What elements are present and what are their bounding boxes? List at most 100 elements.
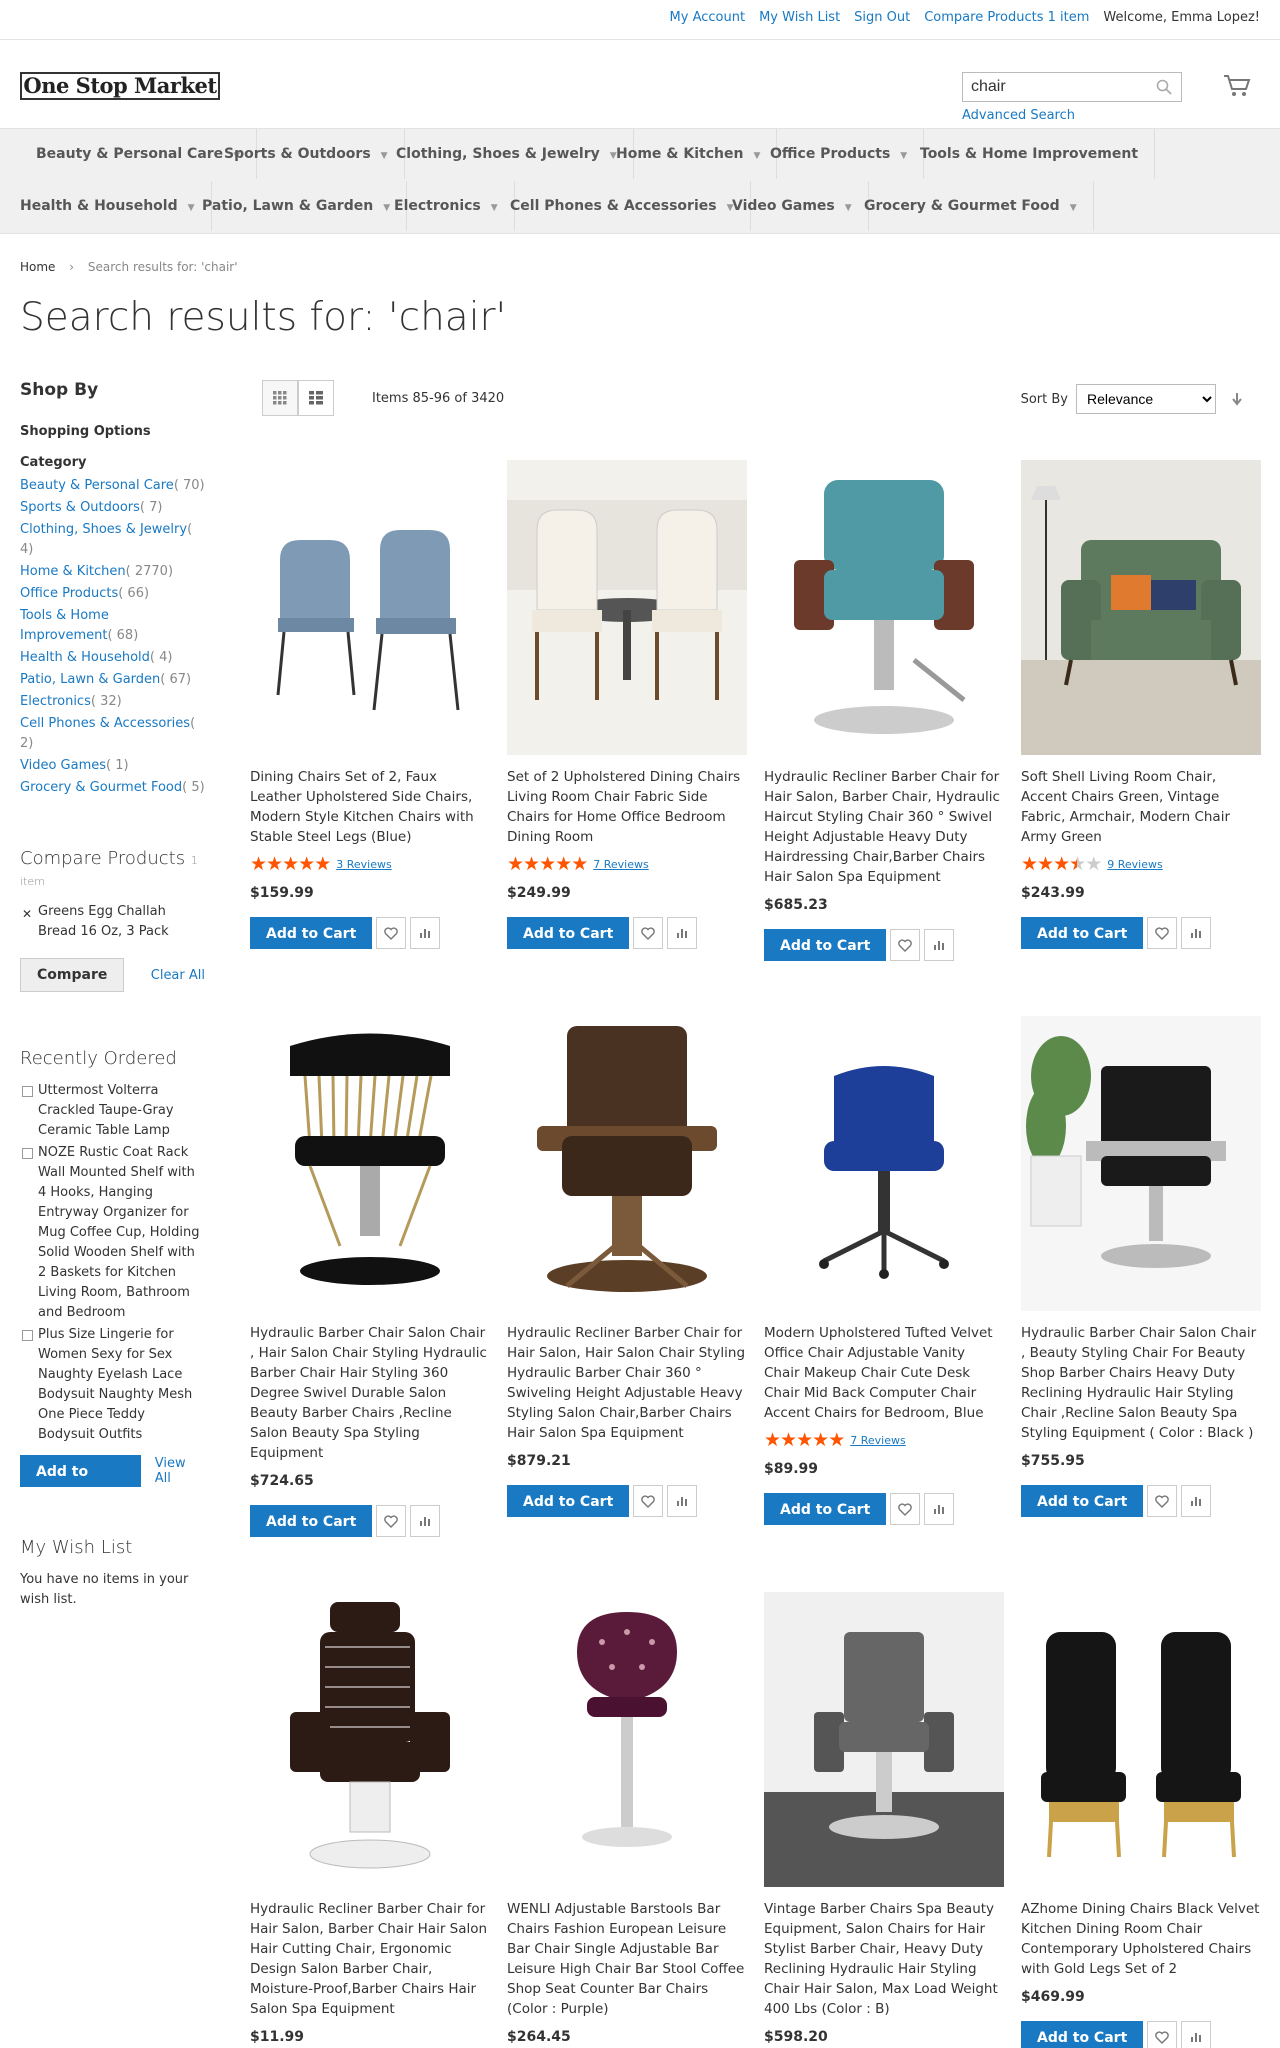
recent-add-to-cart-button[interactable]: Add to Cart [20, 1455, 141, 1512]
product-name[interactable]: Hydraulic Recliner Barber Chair for Hair… [250, 1899, 490, 2019]
product-name[interactable]: Modern Upholstered Tufted Velvet Office … [764, 1323, 1004, 1423]
advanced-search-link[interactable]: Advanced Search [962, 108, 1075, 123]
cart-icon[interactable] [1222, 72, 1256, 102]
wishlist-heart-icon[interactable] [890, 929, 921, 961]
my-wish-list-link[interactable]: My Wish List [759, 10, 840, 25]
product-image[interactable] [764, 1592, 1004, 1887]
category-filter-item[interactable]: Cell Phones & Accessories( 2) [20, 714, 205, 754]
product-name[interactable]: Dining Chairs Set of 2, Faux Leather Uph… [250, 767, 490, 847]
product-image[interactable] [250, 1016, 490, 1311]
wishlist-heart-icon[interactable] [633, 1485, 664, 1517]
product-image[interactable] [1021, 460, 1261, 755]
category-link[interactable]: Electronics [20, 694, 91, 709]
nav-sports[interactable]: Sports & Outdoors ▼ [208, 129, 405, 179]
product-name[interactable]: Hydraulic Barber Chair Salon Chair , Bea… [1021, 1323, 1261, 1443]
recent-item-checkbox[interactable] [22, 1086, 33, 1097]
product-name[interactable]: Hydraulic Barber Chair Salon Chair , Hai… [250, 1323, 490, 1463]
category-filter-item[interactable]: Health & Household( 4) [20, 648, 205, 668]
add-to-cart-button[interactable]: Add to Cart [1021, 2021, 1144, 2048]
compare-chart-icon[interactable] [1181, 1485, 1212, 1517]
category-filter-item[interactable]: Office Products( 66) [20, 584, 205, 604]
category-filter-item[interactable]: Home & Kitchen( 2770) [20, 562, 205, 582]
compare-chart-icon[interactable] [410, 917, 441, 949]
site-logo[interactable]: One Stop Market [20, 72, 220, 100]
product-name[interactable]: Soft Shell Living Room Chair, Accent Cha… [1021, 767, 1261, 847]
product-name[interactable]: Hydraulic Recliner Barber Chair for Hair… [507, 1323, 747, 1443]
category-link[interactable]: Sports & Outdoors [20, 500, 140, 515]
product-name[interactable]: Vintage Barber Chairs Spa Beauty Equipme… [764, 1899, 1004, 2019]
add-to-cart-button[interactable]: Add to Cart [1021, 1485, 1144, 1517]
wishlist-heart-icon[interactable] [633, 917, 664, 949]
sign-out-link[interactable]: Sign Out [854, 10, 910, 25]
sort-direction-icon[interactable] [1224, 386, 1250, 412]
wishlist-heart-icon[interactable] [890, 1493, 921, 1525]
compare-chart-icon[interactable] [1181, 2021, 1212, 2048]
nav-office[interactable]: Office Products ▼ [754, 129, 925, 179]
recent-item-link[interactable]: Plus Size Lingerie for Women Sexy for Se… [38, 1327, 192, 1442]
view-all-link[interactable]: View All [155, 1456, 205, 1486]
nav-video-games[interactable]: Video Games ▼ [716, 181, 869, 231]
compare-item-link[interactable]: Greens Egg Challah Bread 16 Oz, 3 Pack [38, 904, 169, 939]
product-image[interactable] [1021, 1016, 1261, 1311]
product-image[interactable] [507, 460, 747, 755]
nav-tools[interactable]: Tools & Home Improvement [904, 129, 1156, 179]
product-image[interactable] [250, 460, 490, 755]
category-link[interactable]: Cell Phones & Accessories [20, 716, 190, 731]
compare-chart-icon[interactable] [924, 1493, 955, 1525]
reviews-link[interactable]: 3 Reviews [336, 858, 391, 871]
add-to-cart-button[interactable]: Add to Cart [764, 1493, 887, 1525]
recent-item-checkbox[interactable] [22, 1148, 33, 1159]
add-to-cart-button[interactable]: Add to Cart [507, 1485, 630, 1517]
category-filter-item[interactable]: Tools & Home Improvement( 68) [20, 606, 205, 646]
nav-grocery[interactable]: Grocery & Gourmet Food ▼ [848, 181, 1094, 231]
nav-patio[interactable]: Patio, Lawn & Garden ▼ [186, 181, 408, 231]
reviews-link[interactable]: 9 Reviews [1107, 858, 1162, 871]
product-image[interactable] [250, 1592, 490, 1887]
compare-chart-icon[interactable] [924, 929, 955, 961]
wishlist-heart-icon[interactable] [376, 1505, 407, 1537]
add-to-cart-button[interactable]: Add to Cart [1021, 917, 1144, 949]
category-filter-item[interactable]: Beauty & Personal Care( 70) [20, 476, 205, 496]
wishlist-heart-icon[interactable] [1147, 1485, 1178, 1517]
my-account-link[interactable]: My Account [670, 10, 746, 25]
compare-chart-icon[interactable] [667, 1485, 698, 1517]
reviews-link[interactable]: 7 Reviews [850, 1434, 905, 1447]
compare-button[interactable]: Compare [20, 958, 125, 992]
add-to-cart-button[interactable]: Add to Cart [250, 917, 373, 949]
add-to-cart-button[interactable]: Add to Cart [250, 1505, 373, 1537]
product-image[interactable] [764, 1016, 1004, 1311]
recent-item-link[interactable]: NOZE Rustic Coat Rack Wall Mounted Shelf… [38, 1145, 199, 1320]
wishlist-heart-icon[interactable] [376, 917, 407, 949]
product-name[interactable]: Hydraulic Recliner Barber Chair for Hair… [764, 767, 1004, 887]
nav-clothing[interactable]: Clothing, Shoes & Jewelry ▼ [380, 129, 634, 179]
compare-products-link[interactable]: Compare Products 1 item [924, 10, 1089, 25]
product-name[interactable]: AZhome Dining Chairs Black Velvet Kitche… [1021, 1899, 1261, 1979]
wishlist-heart-icon[interactable] [1147, 917, 1178, 949]
remove-icon[interactable]: ✕ [22, 904, 32, 924]
compare-chart-icon[interactable] [1181, 917, 1212, 949]
category-filter-item[interactable]: Clothing, Shoes & Jewelry( 4) [20, 520, 205, 560]
product-name[interactable]: WENLI Adjustable Barstools Bar Chairs Fa… [507, 1899, 747, 2019]
category-link[interactable]: Clothing, Shoes & Jewelry [20, 522, 187, 537]
wishlist-heart-icon[interactable] [1147, 2021, 1178, 2048]
compare-chart-icon[interactable] [667, 917, 698, 949]
add-to-cart-button[interactable]: Add to Cart [764, 929, 887, 961]
clear-all-link[interactable]: Clear All [151, 968, 205, 983]
category-link[interactable]: Office Products [20, 586, 118, 601]
list-view-button[interactable] [298, 380, 334, 416]
category-link[interactable]: Home & Kitchen [20, 564, 126, 579]
category-filter-item[interactable]: Sports & Outdoors( 7) [20, 498, 205, 518]
recent-item-link[interactable]: Uttermost Volterra Crackled Taupe-Gray C… [38, 1083, 174, 1138]
product-image[interactable] [507, 1016, 747, 1311]
grid-view-button[interactable] [262, 380, 298, 416]
category-link[interactable]: Patio, Lawn & Garden [20, 672, 160, 687]
category-filter-item[interactable]: Grocery & Gourmet Food( 5) [20, 778, 205, 798]
product-name[interactable]: Set of 2 Upholstered Dining Chairs Livin… [507, 767, 747, 847]
breadcrumb-home[interactable]: Home [20, 260, 55, 274]
product-image[interactable] [1021, 1592, 1261, 1887]
category-link[interactable]: Tools & Home Improvement [20, 608, 109, 643]
category-filter-item[interactable]: Patio, Lawn & Garden( 67) [20, 670, 205, 690]
sort-select[interactable]: Relevance [1076, 384, 1216, 414]
product-image[interactable] [764, 460, 1004, 755]
recent-item-checkbox[interactable] [22, 1330, 33, 1341]
